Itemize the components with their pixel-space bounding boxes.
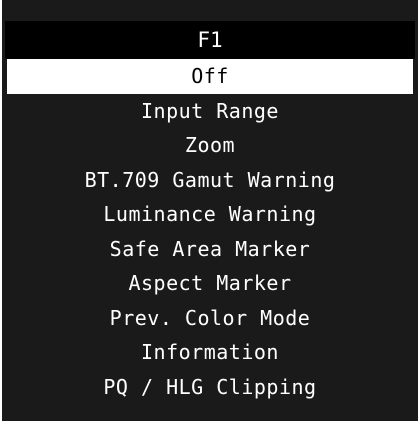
menu-item-bt709-gamut-warning[interactable]: BT.709 Gamut Warning	[7, 163, 413, 198]
menu-item-input-range[interactable]: Input Range	[7, 94, 413, 129]
menu-item-pq-hlg-clipping[interactable]: PQ / HLG Clipping	[7, 370, 413, 405]
menu-item-safe-area-marker[interactable]: Safe Area Marker	[7, 232, 413, 267]
menu-title: F1	[5, 21, 415, 59]
menu-item-aspect-marker[interactable]: Aspect Marker	[7, 266, 413, 301]
menu-item-information[interactable]: Information	[7, 335, 413, 370]
menu-item-zoom[interactable]: Zoom	[7, 128, 413, 163]
function-options-list: Off Input Range Zoom BT.709 Gamut Warnin…	[7, 59, 413, 404]
menu-item-luminance-warning[interactable]: Luminance Warning	[7, 197, 413, 232]
menu-item-prev-color-mode[interactable]: Prev. Color Mode	[7, 301, 413, 336]
osd-menu-panel: F1 Off Input Range Zoom BT.709 Gamut War…	[2, 0, 418, 421]
menu-item-off[interactable]: Off	[7, 59, 413, 94]
